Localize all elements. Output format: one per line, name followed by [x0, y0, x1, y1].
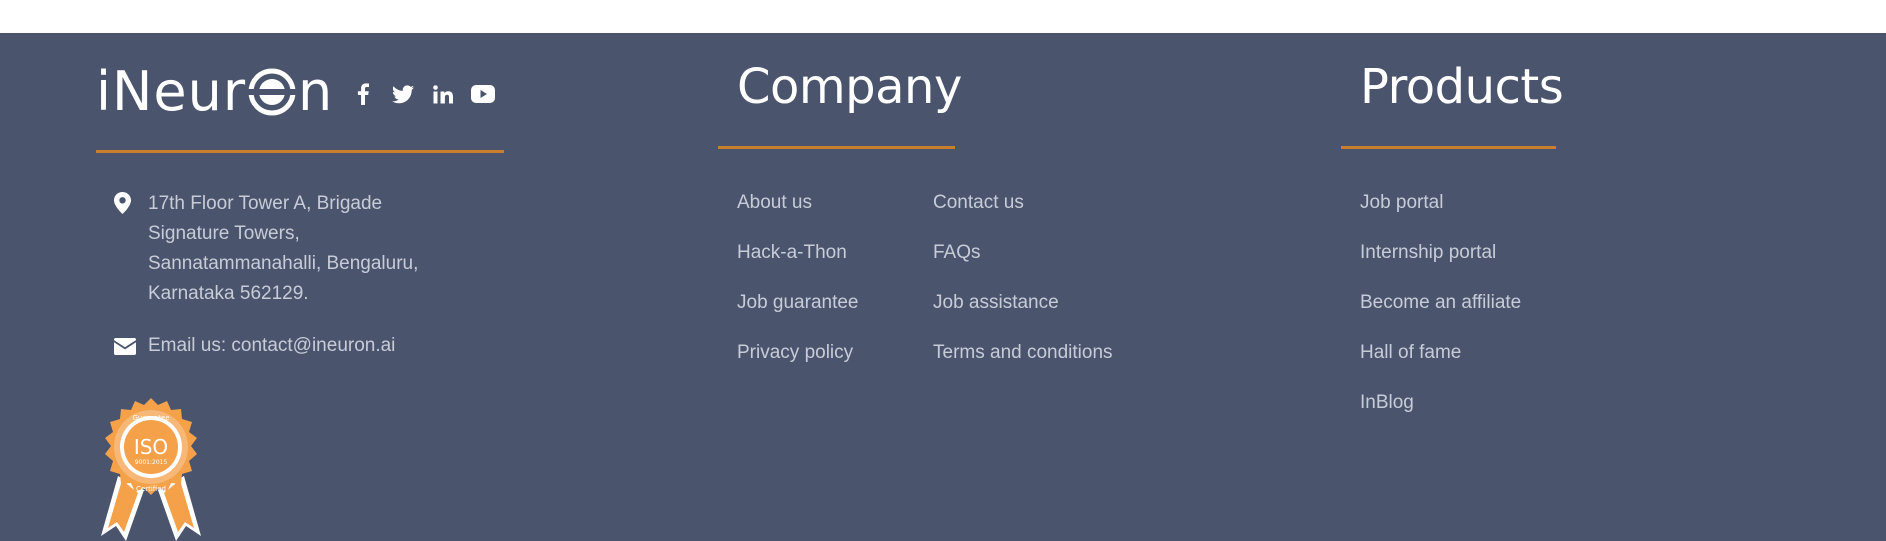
badge-bottom-text: Certified: [136, 485, 166, 493]
list-item: Contact us: [933, 188, 1113, 238]
list-item: Hall of fame: [1360, 338, 1521, 388]
job-guarantee-link[interactable]: Job guarantee: [737, 292, 859, 313]
facebook-icon: [357, 83, 369, 105]
list-item: Hack-a-Thon: [737, 238, 859, 288]
list-item: Internship portal: [1360, 238, 1521, 288]
hall-of-fame-link[interactable]: Hall of fame: [1360, 342, 1461, 363]
products-heading: Products: [1360, 59, 1564, 115]
about-us-link[interactable]: About us: [737, 192, 812, 213]
twitter-icon: [392, 84, 414, 103]
products-links: Job portal Internship portal Become an a…: [1360, 188, 1521, 438]
list-item: Privacy policy: [737, 338, 859, 388]
company-links-left: About us Hack-a-Thon Job guarantee Priva…: [737, 188, 859, 388]
site-footer: iNeur n 17th Floor Tower A, Brigade Sign…: [0, 33, 1886, 541]
address-text: 17th Floor Tower A, Brigade Signature To…: [148, 189, 418, 309]
list-item: InBlog: [1360, 388, 1521, 438]
email-block: Email us: contact@ineuron.ai: [114, 331, 474, 361]
logo-text-suffix: n: [298, 60, 334, 123]
iso-certified-badge: Guarantee ISO 9001:2015 Certified: [96, 398, 206, 541]
brand-divider: [96, 150, 504, 153]
badge-code: 9001:2015: [135, 459, 168, 466]
facebook-link[interactable]: [350, 81, 376, 107]
list-item: FAQs: [933, 238, 1113, 288]
email-link[interactable]: Email us: contact@ineuron.ai: [148, 331, 395, 361]
contact-us-link[interactable]: Contact us: [933, 192, 1024, 213]
become-affiliate-link[interactable]: Become an affiliate: [1360, 292, 1521, 313]
youtube-icon: [471, 85, 495, 103]
inblog-link[interactable]: InBlog: [1360, 392, 1414, 413]
list-item: Become an affiliate: [1360, 288, 1521, 338]
list-item: Job portal: [1360, 188, 1521, 238]
company-divider: [718, 146, 955, 149]
list-item: Job guarantee: [737, 288, 859, 338]
envelope-icon: [114, 331, 148, 361]
list-item: Job assistance: [933, 288, 1113, 338]
logo-text-prefix: iNeur: [96, 60, 247, 123]
address-line: Sannatammanahalli, Bengaluru,: [148, 253, 419, 274]
hackathon-link[interactable]: Hack-a-Thon: [737, 242, 847, 263]
logo-o-mark-icon: [247, 68, 298, 116]
address-block: 17th Floor Tower A, Brigade Signature To…: [114, 189, 474, 309]
address-line: 17th Floor Tower A, Brigade: [148, 193, 383, 214]
company-links-right: Contact us FAQs Job assistance Terms and…: [933, 188, 1113, 388]
social-links: [350, 81, 496, 107]
linkedin-icon: [433, 84, 453, 103]
faqs-link[interactable]: FAQs: [933, 242, 981, 263]
badge-top-text: Guarantee: [132, 414, 169, 422]
job-assistance-link[interactable]: Job assistance: [933, 292, 1059, 313]
top-strip: [0, 0, 1886, 33]
privacy-policy-link[interactable]: Privacy policy: [737, 342, 853, 363]
company-heading: Company: [737, 59, 962, 115]
job-portal-link[interactable]: Job portal: [1360, 192, 1443, 213]
badge-title: ISO: [134, 435, 168, 459]
location-pin-icon: [114, 189, 148, 309]
address-line: Signature Towers,: [148, 223, 300, 244]
terms-link[interactable]: Terms and conditions: [933, 342, 1113, 363]
address-line: Karnataka 562129.: [148, 283, 309, 304]
linkedin-link[interactable]: [430, 81, 456, 107]
list-item: About us: [737, 188, 859, 238]
youtube-link[interactable]: [470, 81, 496, 107]
products-divider: [1341, 146, 1556, 149]
internship-portal-link[interactable]: Internship portal: [1360, 242, 1496, 263]
twitter-link[interactable]: [390, 81, 416, 107]
list-item: Terms and conditions: [933, 338, 1113, 388]
ineuron-logo[interactable]: iNeur n: [96, 61, 333, 123]
